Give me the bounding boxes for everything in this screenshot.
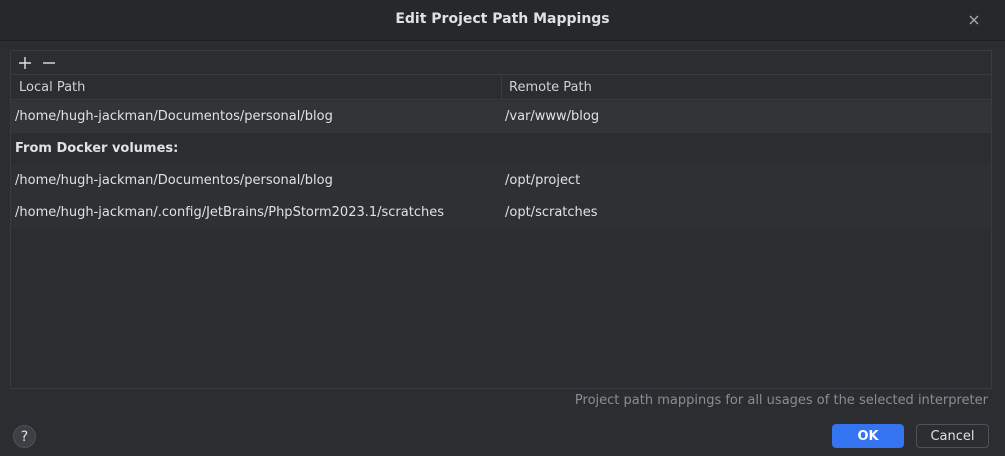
- table-row[interactable]: /home/hugh-jackman/.config/JetBrains/Php…: [11, 197, 991, 229]
- minus-icon: [43, 62, 55, 64]
- cancel-button[interactable]: Cancel: [916, 424, 989, 448]
- local-path-cell: /home/hugh-jackman/Documentos/personal/b…: [15, 109, 333, 124]
- table-header: Local Path Remote Path: [11, 76, 991, 100]
- plus-icon: [19, 57, 31, 69]
- hint-text: Project path mappings for all usages of …: [574, 393, 988, 408]
- column-divider[interactable]: [501, 76, 502, 100]
- local-path-cell: /home/hugh-jackman/.config/JetBrains/Php…: [15, 205, 444, 220]
- remove-mapping-button[interactable]: [38, 53, 60, 73]
- help-button[interactable]: ?: [13, 425, 36, 448]
- remote-path-cell: /opt/project: [505, 173, 581, 188]
- close-button[interactable]: [962, 10, 986, 30]
- remote-path-cell: /opt/scratches: [505, 205, 598, 220]
- edit-path-mappings-dialog: Edit Project Path Mappings Local Path Re…: [0, 0, 1005, 456]
- column-header-local-path[interactable]: Local Path: [19, 80, 85, 95]
- close-icon: [969, 15, 979, 25]
- ok-button[interactable]: OK: [832, 424, 904, 448]
- table-empty-area: [11, 229, 991, 388]
- group-header-row: From Docker volumes:: [11, 133, 991, 165]
- add-mapping-button[interactable]: [14, 53, 36, 73]
- mappings-toolbar: [11, 51, 991, 75]
- title-bar: Edit Project Path Mappings: [0, 0, 1005, 41]
- remote-path-cell: /var/www/blog: [505, 109, 600, 124]
- mappings-panel: Local Path Remote Path /home/hugh-jackma…: [10, 50, 992, 389]
- table-row[interactable]: /home/hugh-jackman/Documentos/personal/b…: [11, 165, 991, 197]
- dialog-title: Edit Project Path Mappings: [395, 11, 610, 27]
- docker-volumes-label: From Docker volumes:: [15, 141, 179, 156]
- table-row[interactable]: /home/hugh-jackman/Documentos/personal/b…: [11, 101, 991, 133]
- help-icon: ?: [20, 428, 29, 445]
- local-path-cell: /home/hugh-jackman/Documentos/personal/b…: [15, 173, 333, 188]
- column-header-remote-path[interactable]: Remote Path: [509, 80, 592, 95]
- mappings-table: /home/hugh-jackman/Documentos/personal/b…: [11, 101, 991, 229]
